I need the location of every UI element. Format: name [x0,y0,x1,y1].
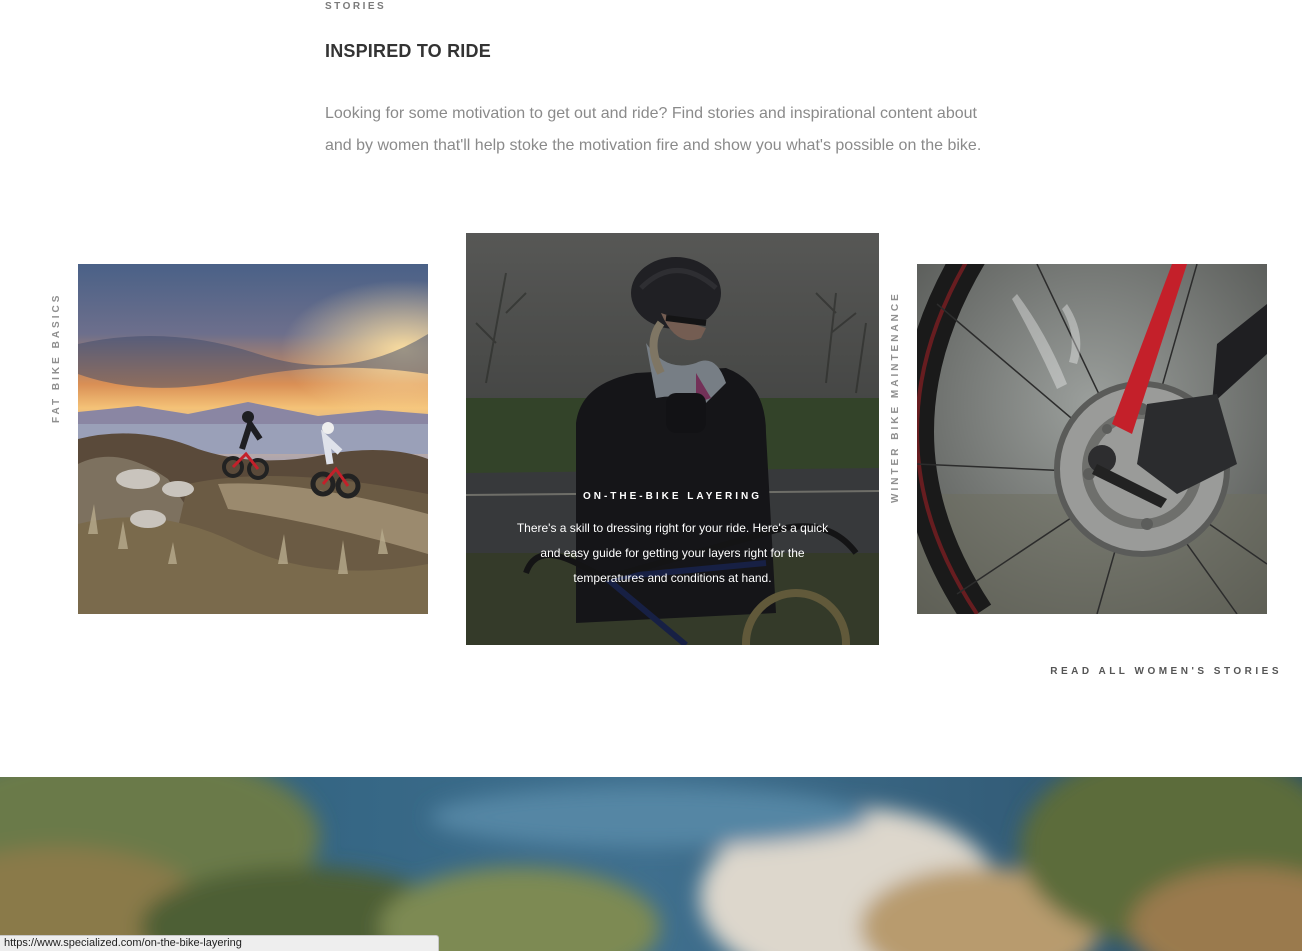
story-card-on-the-bike-layering[interactable]: ON-THE-BIKE LAYERING There's a skill to … [466,233,879,645]
story-title-on-the-bike-layering[interactable]: ON-THE-BIKE LAYERING [466,491,879,502]
page: STORIES INSPIRED TO RIDE Looking for som… [0,0,1302,951]
section-eyebrow: STORIES [325,1,387,12]
section-title: INSPIRED TO RIDE [325,41,491,61]
disc-brake-image [917,264,1267,614]
story-description: There's a skill to dressing right for yo… [516,521,829,585]
story-label-winter-bike-maintenance[interactable]: WINTER BIKE MAINTENANCE [890,291,901,503]
story-card-fat-bike-basics[interactable] [78,264,428,614]
section-intro: Looking for some motivation to get out a… [325,105,982,154]
hero-image-section [0,777,1302,951]
browser-status-bar: https://www.specialized.com/on-the-bike-… [0,935,439,951]
story-label-fat-bike-basics[interactable]: FAT BIKE BASICS [51,293,62,423]
blurred-landscape-image [0,777,1302,951]
fat-bike-riders-image [78,264,428,614]
story-card-winter-bike-maintenance[interactable] [917,264,1267,614]
read-all-stories-link[interactable]: READ ALL WOMEN'S STORIES [1050,666,1282,677]
